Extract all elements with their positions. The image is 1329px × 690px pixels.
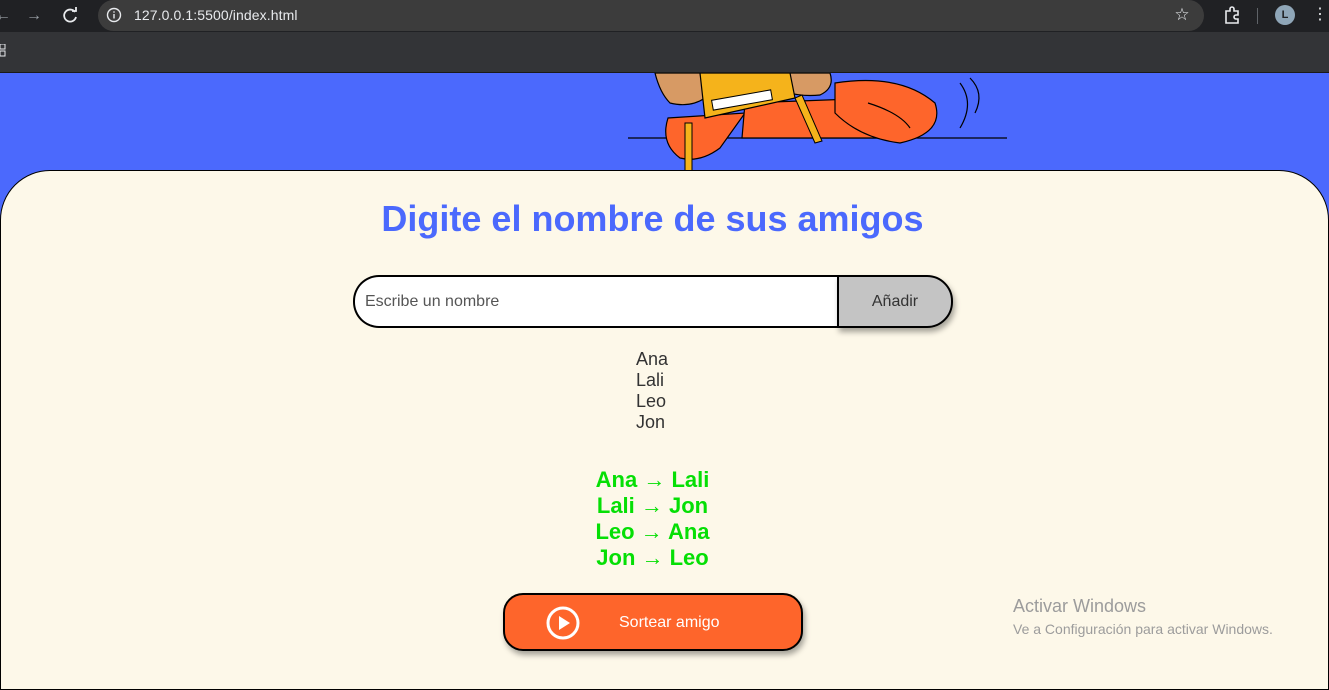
star-icon[interactable]: ☆: [1172, 5, 1192, 25]
extensions-icon[interactable]: [1221, 4, 1243, 26]
info-icon[interactable]: [106, 7, 122, 23]
page-title: Digite el nombre de sus amigos: [381, 198, 924, 239]
toolbar-divider: [1257, 8, 1258, 24]
friends-list: Ana Lali Leo Jon: [636, 349, 668, 433]
result-item: Ana → Lali: [595, 467, 710, 492]
kebab-menu-icon[interactable]: ⋮: [1312, 4, 1328, 26]
windows-activation-title: Activar Windows: [1013, 596, 1147, 616]
friend-item: Lali: [636, 370, 665, 390]
result-item: Lali → Jon: [596, 493, 709, 518]
friend-item: Leo: [636, 391, 667, 411]
friend-name-input[interactable]: [353, 275, 839, 328]
bookmarks-bar: [0, 32, 1329, 73]
apps-grid-icon[interactable]: [0, 44, 6, 58]
url-text[interactable]: 127.0.0.1:5500/index.html: [134, 7, 298, 23]
address-bar[interactable]: 127.0.0.1:5500/index.html ☆: [98, 0, 1204, 31]
windows-activation-subtitle: Ve a Configuración para activar Windows.: [1013, 621, 1273, 637]
avatar[interactable]: L: [1275, 5, 1295, 25]
result-item: Leo → Ana: [595, 519, 710, 544]
add-friend-form: Añadir: [353, 275, 953, 328]
play-circle-icon: [546, 606, 580, 640]
back-icon[interactable]: ←: [0, 5, 14, 27]
friend-item: Jon: [636, 412, 666, 432]
draw-results-list: Ana → Lali Lali → Jon Leo → Ana Jon → Le…: [0, 467, 1305, 571]
hero-banner: [0, 73, 1329, 183]
add-button[interactable]: Añadir: [837, 275, 953, 328]
result-item: Jon → Leo: [596, 545, 709, 570]
draw-button-label: Sortear amigo: [619, 614, 720, 631]
draw-friend-button[interactable]: Sortear amigo: [503, 593, 803, 651]
browser-toolbar: ← → 127.0.0.1:5500/index.html ☆ L ⋮: [0, 0, 1329, 32]
forward-icon[interactable]: →: [23, 5, 45, 27]
reload-icon[interactable]: [59, 5, 81, 27]
friend-item: Ana: [636, 349, 669, 369]
person-with-box-illustration: [628, 73, 1007, 183]
